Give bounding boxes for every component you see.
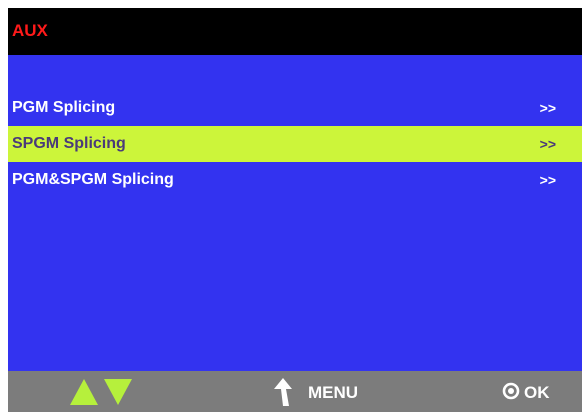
menu-item-pgm-spgm-splicing[interactable]: PGM&SPGM Splicing >> xyxy=(8,162,582,198)
screen: AUX PGM Splicing >> SPGM Splicing >> PGM… xyxy=(8,8,582,412)
menu-item-spgm-splicing[interactable]: SPGM Splicing >> xyxy=(8,126,582,162)
menu-item-label: PGM Splicing xyxy=(12,99,116,116)
submenu-arrow-icon: >> xyxy=(539,172,556,188)
menu-label[interactable]: MENU xyxy=(308,383,358,403)
menu-item-pgm-splicing[interactable]: PGM Splicing >> xyxy=(8,90,582,126)
back-arrow-icon[interactable] xyxy=(272,377,294,407)
menu-item-label: SPGM Splicing xyxy=(12,135,126,152)
title-bar: AUX xyxy=(8,8,582,55)
footer-bar: MENU OK xyxy=(8,371,582,412)
submenu-arrow-icon: >> xyxy=(539,136,556,152)
menu-list: PGM Splicing >> SPGM Splicing >> PGM&SPG… xyxy=(8,90,582,198)
ok-label[interactable]: OK xyxy=(524,383,550,403)
menu-item-label: PGM&SPGM Splicing xyxy=(12,171,174,188)
triangle-down-icon[interactable] xyxy=(104,379,132,405)
ring-icon[interactable] xyxy=(502,382,520,400)
triangle-up-icon[interactable] xyxy=(70,379,98,405)
page-title: AUX xyxy=(12,21,48,40)
submenu-arrow-icon: >> xyxy=(539,100,556,116)
